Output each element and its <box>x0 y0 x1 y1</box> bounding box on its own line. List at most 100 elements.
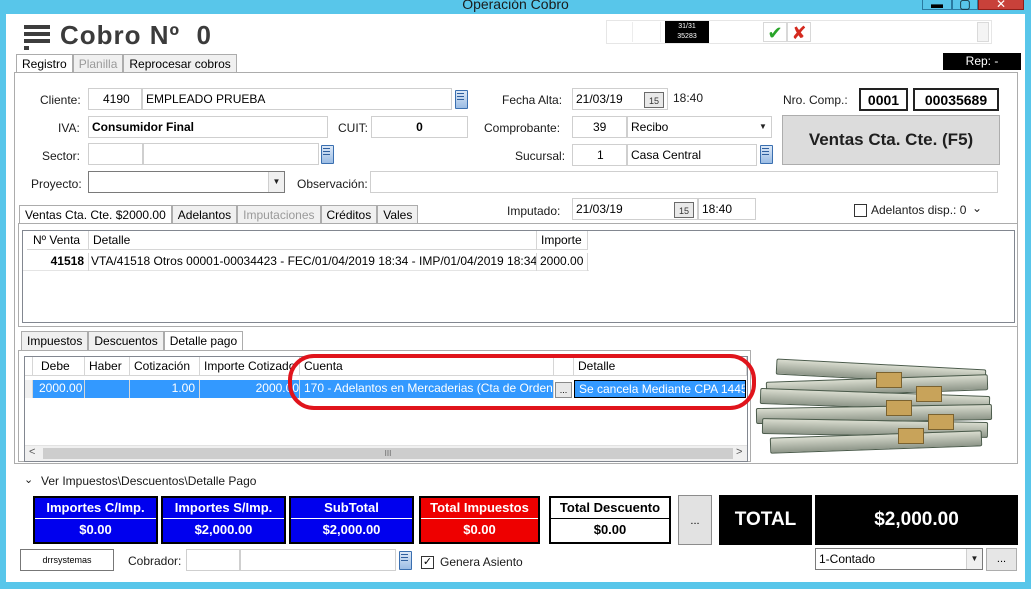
importes-cimp-value: $0.00 <box>35 518 156 540</box>
cuit-field[interactable]: 0 <box>371 116 468 138</box>
importes-cimp-label: Importes C/Imp. <box>46 500 145 515</box>
sucursal-name-field[interactable]: Casa Central <box>627 144 757 166</box>
pago-col-debe[interactable]: Debe <box>33 357 85 376</box>
sucursal-lookup-icon[interactable] <box>760 144 773 164</box>
importes-cimp-box: Importes C/Imp. $0.00 <box>33 496 158 544</box>
importes-simp-box: Importes S/Imp. $2,000.00 <box>161 496 286 544</box>
scroll-right-icon[interactable]: > <box>736 446 742 458</box>
menu-list-icon[interactable] <box>24 25 50 45</box>
tab-imputaciones[interactable]: Imputaciones <box>237 205 321 224</box>
chevron-down-icon[interactable]: ▼ <box>966 549 982 569</box>
table-row[interactable]: 41518 VTA/41518 Otros 00001-00034423 - F… <box>23 253 589 271</box>
tab-planilla[interactable]: Planilla <box>72 54 124 73</box>
total-descuento-label: Total Descuento <box>559 500 661 515</box>
chevron-down-icon[interactable]: ⌄ <box>972 201 982 215</box>
pago-col-cotizacion[interactable]: Cotización <box>130 357 200 376</box>
cobrador-label: Cobrador: <box>128 554 182 568</box>
subtotal-value: $2,000.00 <box>291 518 412 540</box>
toolbar-strip: 31/31 35283 ✔ ✘ <box>606 20 992 44</box>
highlight-ring <box>288 354 756 410</box>
lower-tabstrip: Impuestos Descuentos Detalle pago <box>21 331 244 350</box>
ventas-cell-detalle: VTA/41518 Otros 00001-00034423 - FEC/01/… <box>89 253 537 271</box>
cancel-x-icon[interactable]: ✘ <box>787 22 811 43</box>
total-value: $2,000.00 <box>815 495 1018 545</box>
tab-creditos[interactable]: Créditos <box>320 205 378 224</box>
pago-grid-hscrollbar[interactable]: < III > <box>25 445 747 461</box>
window-title: Operación Cobro <box>462 0 569 12</box>
condicion-more-button[interactable]: ... <box>986 548 1017 571</box>
imputado-time-field[interactable]: 18:40 <box>698 198 756 220</box>
cliente-name-field[interactable]: EMPLEADO PRUEBA <box>142 88 452 110</box>
fecha-alta-time[interactable]: 18:40 <box>673 91 703 105</box>
ventas-col-nro[interactable]: Nº Venta <box>27 231 89 250</box>
scroll-thumb[interactable]: III <box>43 448 733 459</box>
maximize-button[interactable]: ▢ <box>952 0 978 11</box>
cliente-lookup-icon[interactable] <box>455 89 468 109</box>
sector-lookup-icon[interactable] <box>321 144 334 164</box>
tab-ventas-cta-cte[interactable]: Ventas Cta. Cte. $2000.00 <box>19 205 172 224</box>
rep-indicator: Rep: - <box>943 53 1021 70</box>
pago-cell-importe-cotizado[interactable]: 2000.00 <box>200 380 300 398</box>
ventas-col-importe[interactable]: Importe <box>537 231 588 250</box>
nro-comp-number-field[interactable]: 00035689 <box>913 88 999 111</box>
cliente-label: Cliente: <box>40 93 81 107</box>
confirm-check-icon[interactable]: ✔ <box>763 22 787 43</box>
observacion-field[interactable] <box>370 171 998 193</box>
minimize-button[interactable]: ▬ <box>922 0 952 11</box>
iva-field: Consumidor Final <box>88 116 328 138</box>
ventas-col-detalle[interactable]: Detalle <box>89 231 537 250</box>
chevron-down-icon[interactable]: ⌄ <box>24 473 33 486</box>
tab-registro[interactable]: Registro <box>16 54 73 73</box>
cobrador-lookup-icon[interactable] <box>399 550 412 570</box>
pago-row-selector[interactable] <box>25 380 33 398</box>
subtotal-label: SubTotal <box>324 500 379 515</box>
pago-cell-cotizacion[interactable]: 1.00 <box>130 380 200 398</box>
chevron-down-icon[interactable]: ▼ <box>755 117 771 137</box>
tab-vales[interactable]: Vales <box>377 205 419 224</box>
toolbar-slot <box>609 22 633 42</box>
subtotal-box: SubTotal $2,000.00 <box>289 496 414 544</box>
scroll-left-icon[interactable]: < <box>29 446 35 458</box>
cobrador-code-field[interactable] <box>186 549 240 571</box>
sector-label: Sector: <box>42 149 81 163</box>
sector-name-field[interactable] <box>143 143 319 165</box>
proyecto-label: Proyecto: <box>31 177 82 191</box>
toolbar-scroll-handle[interactable] <box>977 22 989 42</box>
pago-col-importe-cotizado[interactable]: Importe Cotizado <box>200 357 300 376</box>
totals-more-button[interactable]: ... <box>678 495 712 545</box>
chevron-down-icon[interactable]: ▼ <box>268 172 284 192</box>
record-counter: 31/31 35283 <box>665 21 709 43</box>
proyecto-select[interactable]: ▼ <box>88 171 285 193</box>
nro-comp-prefix-field[interactable]: 0001 <box>859 88 908 111</box>
genera-asiento-label: Genera Asiento <box>440 555 523 569</box>
tab-descuentos[interactable]: Descuentos <box>88 331 164 350</box>
imputado-calendar-icon[interactable]: 15 <box>674 202 694 218</box>
condicion-select[interactable]: 1-Contado ▼ <box>815 548 983 570</box>
tab-reprocesar-cobros[interactable]: Reprocesar cobros <box>123 54 237 73</box>
cliente-code-field[interactable]: 4190 <box>88 88 142 110</box>
importes-simp-label: Importes S/Imp. <box>174 500 273 515</box>
ventas-cell-importe: 2000.00 <box>537 253 588 271</box>
fecha-alta-calendar-icon[interactable]: 15 <box>644 92 664 108</box>
pago-cell-haber[interactable] <box>85 380 130 398</box>
tab-impuestos[interactable]: Impuestos <box>21 331 89 350</box>
ventas-cell-nro: 41518 <box>27 253 89 271</box>
pago-cell-debe[interactable]: 2000.00 <box>33 380 85 398</box>
sector-code-field[interactable] <box>88 143 143 165</box>
cobrador-name-field[interactable] <box>240 549 396 571</box>
close-button[interactable]: ✕ <box>978 0 1024 11</box>
comprobante-label: Comprobante: <box>484 121 561 135</box>
ver-impuestos-expander[interactable]: Ver Impuestos\Descuentos\Detalle Pago <box>41 474 256 488</box>
genera-asiento-checkbox[interactable]: ✓ <box>421 556 434 569</box>
observacion-label: Observación: <box>297 177 368 191</box>
pago-col-haber[interactable]: Haber <box>85 357 130 376</box>
comprobante-select[interactable]: Recibo ▼ <box>627 116 772 138</box>
adelantos-disp-checkbox[interactable] <box>854 204 867 217</box>
tab-adelantos[interactable]: Adelantos <box>171 205 238 224</box>
page-title: Cobro Nº 0 <box>60 20 212 51</box>
window-titlebar: Operación Cobro ▬ ▢ ✕ <box>0 0 1031 14</box>
ventas-cta-cte-button[interactable]: Ventas Cta. Cte. (F5) <box>782 115 1000 165</box>
tab-detalle-pago[interactable]: Detalle pago <box>163 331 244 350</box>
sucursal-code-field[interactable]: 1 <box>572 144 627 166</box>
comprobante-code-field[interactable]: 39 <box>572 116 627 138</box>
